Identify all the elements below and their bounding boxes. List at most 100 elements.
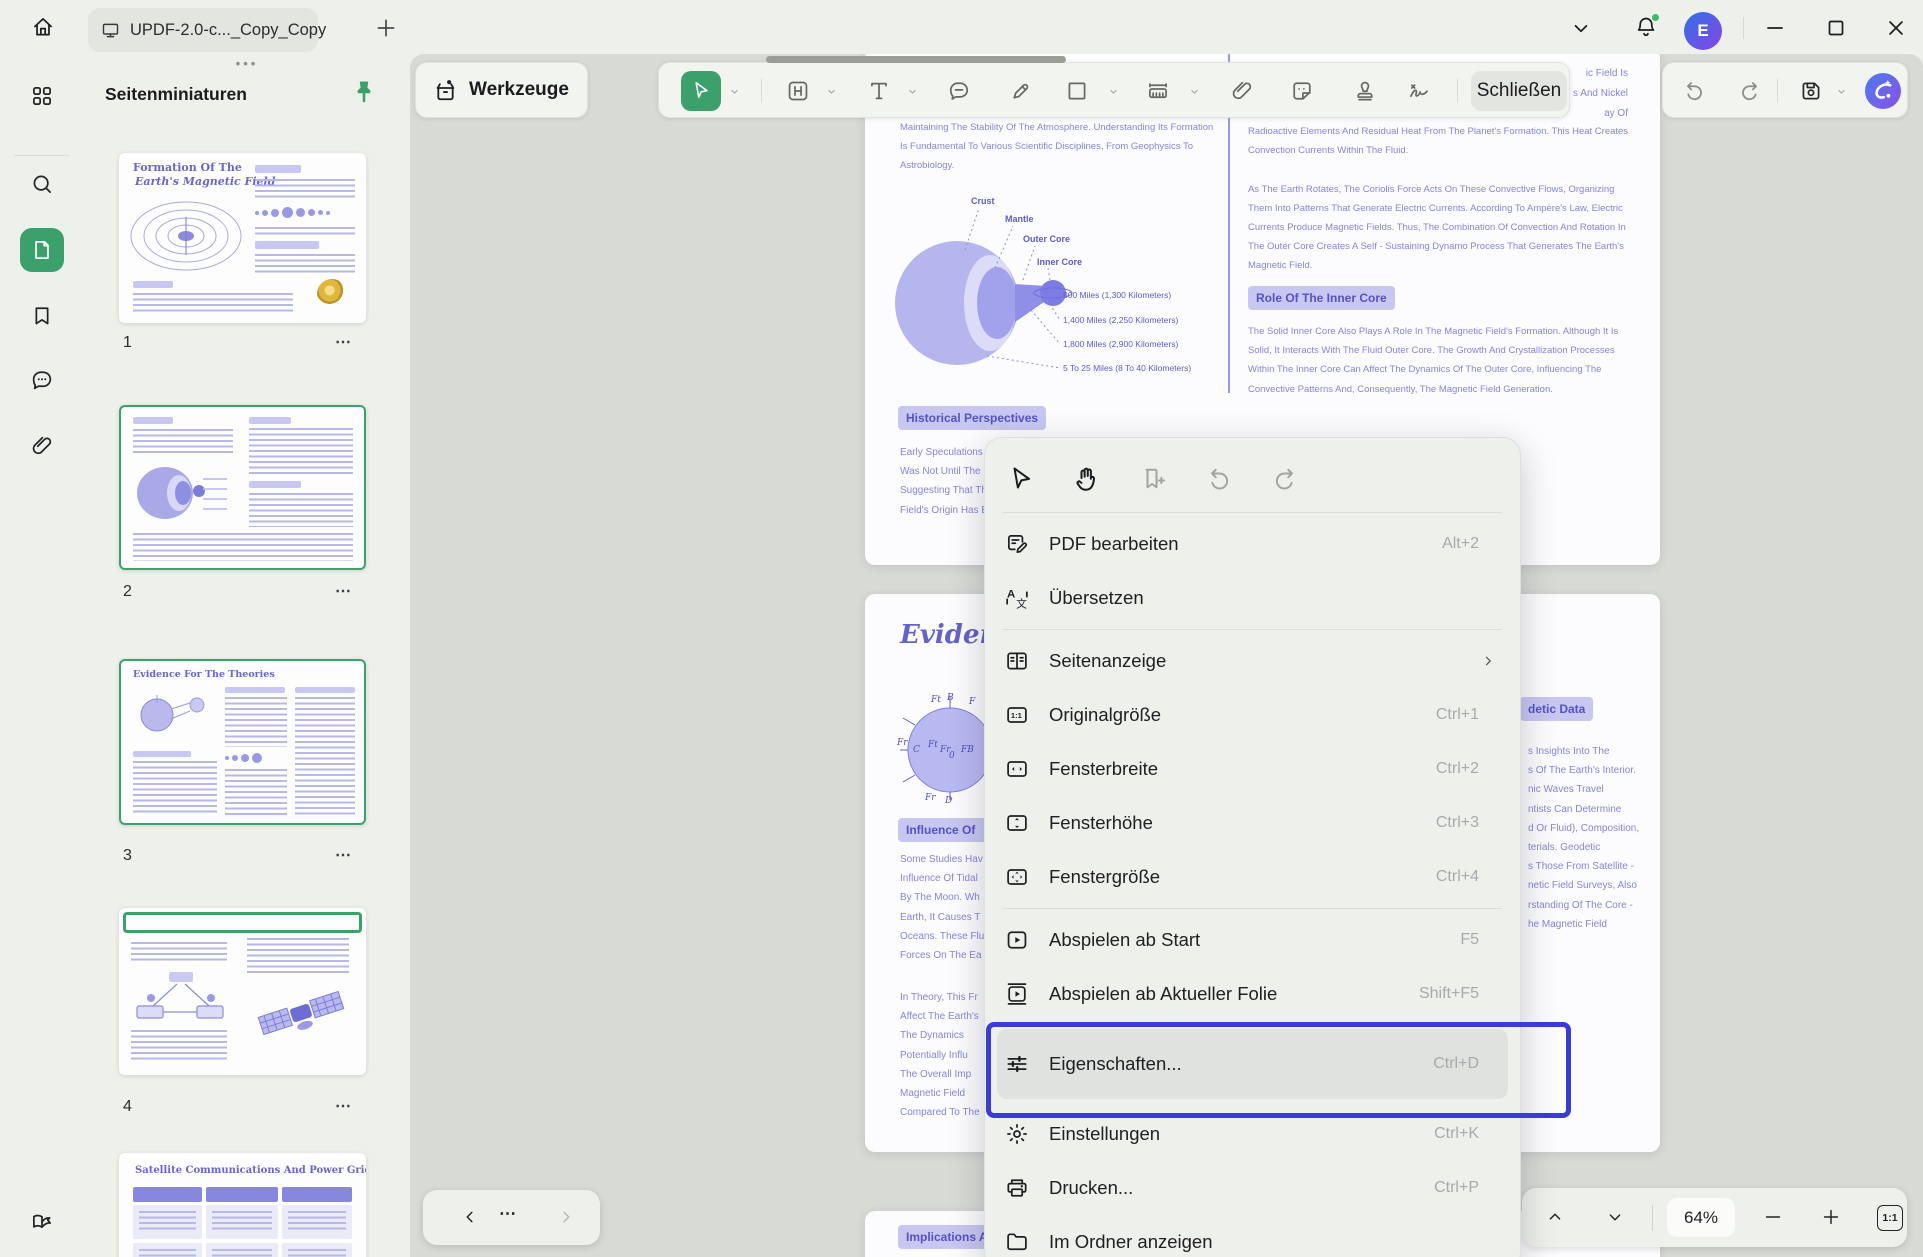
reader-mode-icon[interactable] <box>29 1209 55 1235</box>
avatar[interactable]: E <box>1684 12 1722 50</box>
home-icon[interactable] <box>30 14 56 40</box>
select-tool-button[interactable] <box>681 71 721 111</box>
doc-text-line: ntists Can Determine <box>1528 800 1658 819</box>
menu-tool-icon[interactable] <box>1072 464 1102 494</box>
page-number-2: 2 <box>123 583 132 601</box>
tools-button[interactable]: Werkzeuge <box>415 62 588 118</box>
signature-tool-icon[interactable] <box>1406 78 1432 104</box>
zoom-level-value[interactable]: 64% <box>1667 1198 1735 1237</box>
menu-item[interactable]: Seitenanzeige <box>985 634 1520 688</box>
previous-page-icon[interactable] <box>459 1206 481 1228</box>
menu-item-shortcut: Ctrl+2 <box>1436 760 1479 778</box>
menu-item[interactable]: Abspielen ab Aktueller Folie Shift+F5 <box>985 967 1520 1021</box>
chevron-down-icon[interactable] <box>1568 15 1594 41</box>
zoom-in-icon[interactable] <box>1820 1206 1842 1228</box>
close-presentation-button[interactable]: Schließen <box>1471 71 1567 111</box>
shape-tool-icon[interactable] <box>1064 78 1090 104</box>
pin-icon[interactable] <box>350 78 378 106</box>
menu-item[interactable]: Fensterbreite Ctrl+2 <box>985 742 1520 796</box>
horizontal-scrollbar-thumb[interactable] <box>766 56 1066 63</box>
measure-chevron-icon[interactable] <box>1188 85 1201 98</box>
page2-intro: Maintaining The Stability Of The Atmosph… <box>900 118 1230 176</box>
menu-item-label: Eigenschaften... <box>1049 1053 1433 1075</box>
menu-item[interactable]: 1:1 Originalgröße Ctrl+1 <box>985 688 1520 742</box>
comment-tool-icon[interactable] <box>946 78 972 104</box>
panel-drag-handle[interactable]: ••• <box>84 56 410 71</box>
ai-assistant-button[interactable] <box>1865 73 1901 109</box>
thumb2-menu-dots[interactable]: ⋯ <box>335 581 353 601</box>
new-tab-button[interactable] <box>373 15 399 41</box>
page-thumbnail-2[interactable] <box>119 405 366 570</box>
text-tool-icon[interactable] <box>866 78 892 104</box>
attachments-icon[interactable] <box>29 433 55 459</box>
menu-item[interactable]: PDF bearbeiten Alt+2 <box>985 517 1520 571</box>
menu-tool-icon[interactable] <box>1006 464 1036 494</box>
actual-size-button[interactable]: 1:1 <box>1877 1205 1903 1231</box>
page-thumbnail-3[interactable]: Evidence For The Theories <box>119 659 366 825</box>
save-icon[interactable] <box>1798 78 1824 104</box>
menu-item[interactable]: Fensterhöhe Ctrl+3 <box>985 796 1520 850</box>
next-page-icon[interactable] <box>555 1206 577 1228</box>
menu-item[interactable]: A文 Übersetzen <box>985 571 1520 625</box>
menu-tool-icon[interactable] <box>1138 464 1168 494</box>
pen-tool-icon[interactable] <box>1008 78 1034 104</box>
sticker-tool-icon[interactable] <box>1289 78 1315 104</box>
maximize-button[interactable] <box>1823 15 1849 41</box>
doc-text-line: s Insights Into The <box>1528 742 1658 761</box>
thumb1-menu-dots[interactable]: ⋯ <box>335 332 353 352</box>
thumb5-title: Satellite Communications And Power Grids <box>135 1165 366 1176</box>
scroll-down-icon[interactable] <box>1604 1206 1626 1228</box>
doc-text-line: Is Fundamental To Various Scientific Dis… <box>900 137 1230 156</box>
menu-item-shortcut: Ctrl+4 <box>1436 868 1479 886</box>
document-tab[interactable]: UPDF-2.0-c..._Copy_Copy <box>88 8 318 52</box>
zoom-divider <box>1652 1205 1653 1231</box>
redo-icon[interactable] <box>1737 78 1763 104</box>
submenu-chevron-icon <box>1479 760 1497 778</box>
stamp-tool-icon[interactable] <box>1352 78 1378 104</box>
bookmarks-icon[interactable] <box>29 303 55 329</box>
historical-perspectives-heading: Historical Perspectives <box>898 406 1046 430</box>
menu-tool-icon[interactable] <box>1270 464 1300 494</box>
thumb3-menu-dots[interactable]: ⋯ <box>335 845 353 865</box>
shape-chevron-icon[interactable] <box>1107 85 1120 98</box>
page-thumbnail-5[interactable]: Satellite Communications And Power Grids <box>119 1153 366 1257</box>
highlight-tool-icon[interactable] <box>785 78 811 104</box>
text-chevron-icon[interactable] <box>906 85 919 98</box>
thumb3-title: Evidence For The Theories <box>133 669 275 680</box>
apps-grid-icon[interactable] <box>29 83 55 109</box>
menu-item[interactable]: Abspielen ab Start F5 <box>985 913 1520 967</box>
menu-item[interactable]: Drucken... Ctrl+P <box>985 1161 1520 1215</box>
menu-item-label: Fensterbreite <box>1049 758 1436 780</box>
attachment-tool-icon[interactable] <box>1229 78 1255 104</box>
save-chevron-icon[interactable] <box>1835 85 1848 98</box>
page-thumbnail-1[interactable]: Formation Of The Earth's Magnetic Field <box>119 153 366 323</box>
close-window-button[interactable] <box>1883 15 1909 41</box>
menu-item[interactable]: Einstellungen Ctrl+K <box>985 1107 1520 1161</box>
undo-icon[interactable] <box>1681 78 1707 104</box>
menu-tool-icon[interactable] <box>1204 464 1234 494</box>
scroll-up-icon[interactable] <box>1544 1206 1566 1228</box>
thumb4-menu-dots[interactable]: ⋯ <box>335 1096 353 1116</box>
highlight-chevron-icon[interactable] <box>825 85 838 98</box>
menu-item[interactable]: Eigenschaften... Ctrl+D <box>997 1029 1508 1099</box>
menu-item[interactable]: Im Ordner anzeigen <box>985 1215 1520 1257</box>
page2-right-paragraph: Radioactive Elements And Residual Heat F… <box>1248 122 1648 276</box>
doc-text-line: nic Waves Travel <box>1528 780 1658 799</box>
inner-core-heading: Role Of The Inner Core <box>1248 286 1395 310</box>
svg-text:Fr: Fr <box>896 738 908 748</box>
planet-size-dots <box>255 207 330 218</box>
page-menu-dots[interactable]: ⋯ <box>499 1204 518 1224</box>
measure-tool-icon[interactable] <box>1145 78 1171 104</box>
menu-divider <box>1003 908 1502 909</box>
select-tool-chevron-icon[interactable] <box>728 85 741 98</box>
zoom-out-icon[interactable] <box>1762 1206 1784 1228</box>
search-icon[interactable] <box>29 171 55 197</box>
comments-icon[interactable] <box>29 367 55 393</box>
minimize-button[interactable] <box>1762 15 1788 41</box>
donut-image <box>317 279 347 309</box>
menu-item-shortcut: F5 <box>1460 931 1479 949</box>
sidebar-item-thumbnails[interactable] <box>20 228 64 272</box>
page-thumbnail-4[interactable] <box>119 908 366 1075</box>
menu-item[interactable]: Fenstergröße Ctrl+4 <box>985 850 1520 904</box>
toolbar-divider <box>1777 79 1778 103</box>
